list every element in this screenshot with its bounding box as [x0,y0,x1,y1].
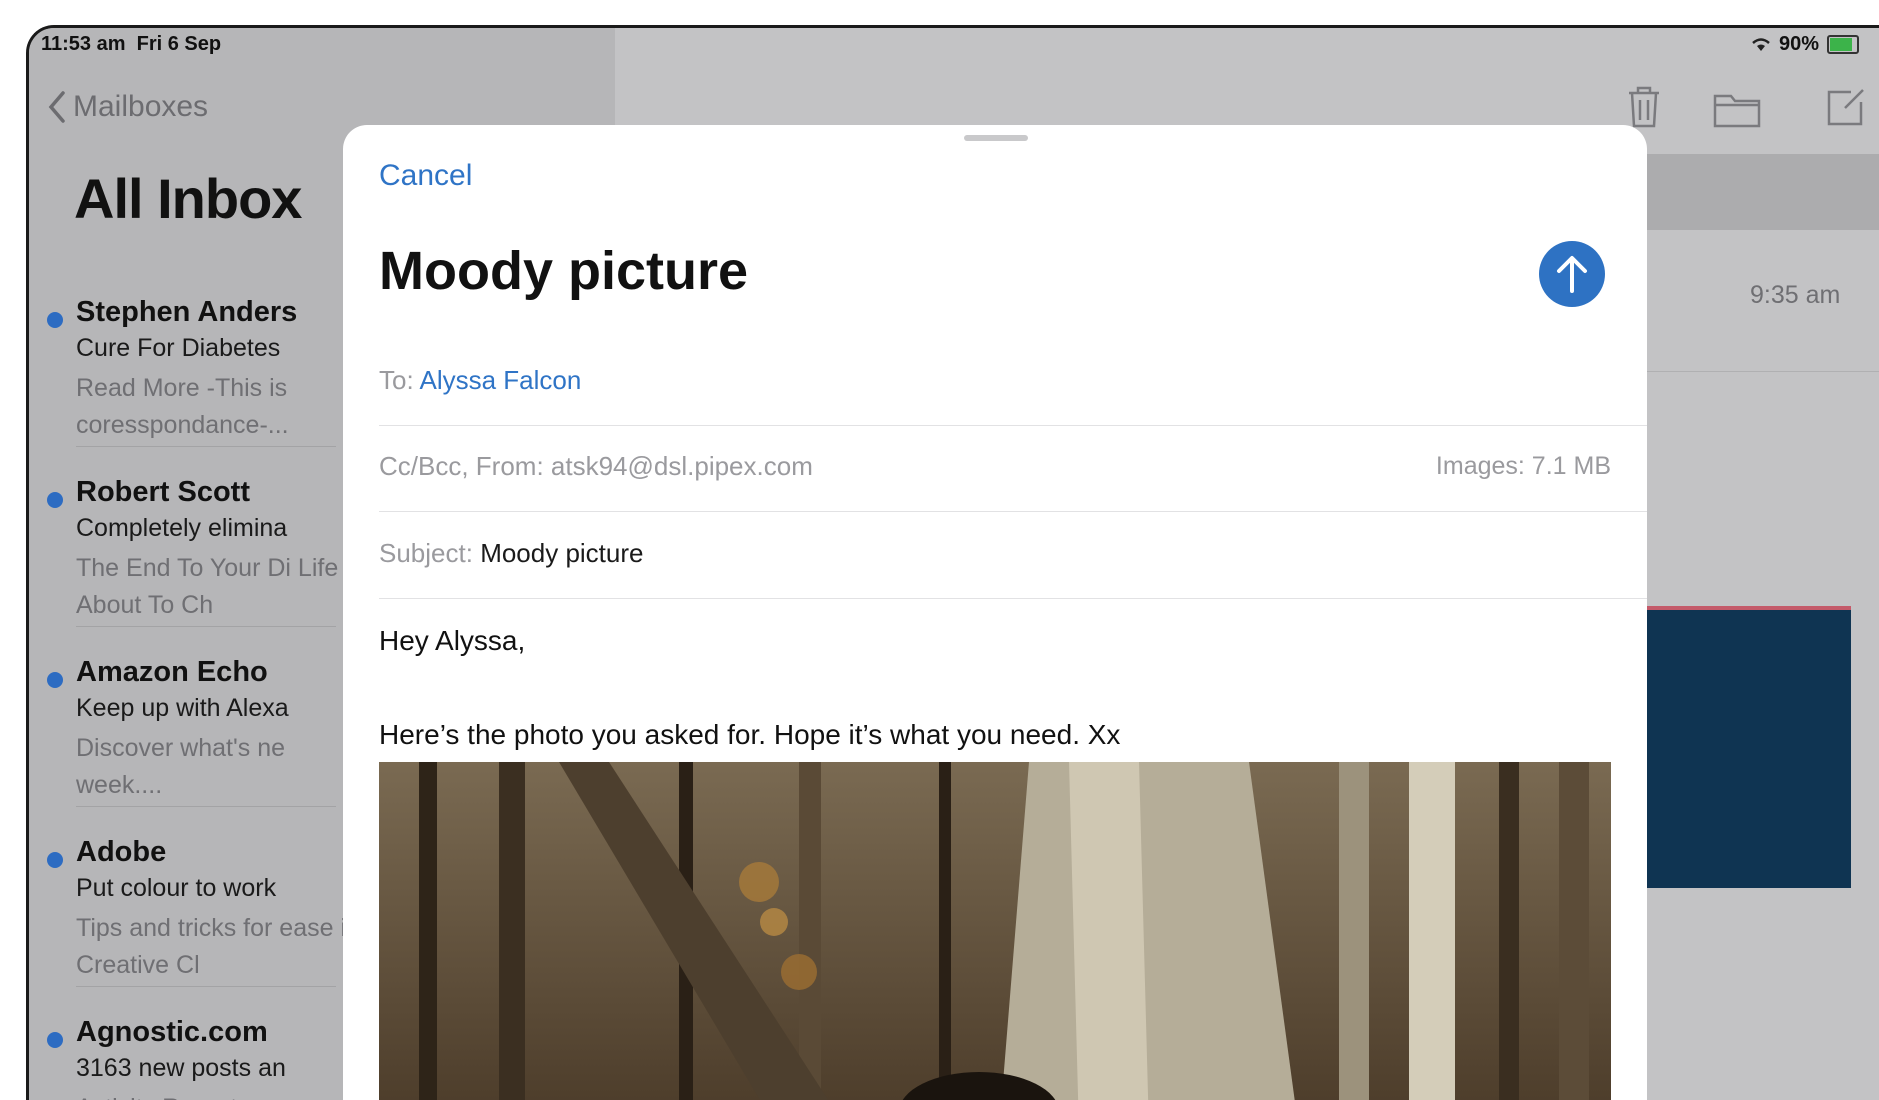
mail-subject: Cure For Diabetes [76,334,281,362]
to-label: To: [379,365,414,395]
divider [76,446,336,447]
mail-subject: 3163 new posts an [76,1054,286,1082]
sender-name: Robert Scott [76,476,250,508]
battery-fill [1830,38,1852,51]
list-item[interactable]: Amazon Echo Keep up with Alexa Discover … [29,656,336,826]
divider [379,425,1647,426]
divider [76,806,336,807]
divider [379,598,1647,599]
mail-preview: Tips and tricks for ease in Creative Cl [76,914,360,979]
divider [379,511,1647,512]
battery-percent: 90% [1778,33,1819,55]
back-label: Mailboxes [73,90,209,123]
message-greeting[interactable]: Hey Alyssa, [379,625,525,657]
compose-title: Moody picture [379,241,749,301]
unread-dot [47,852,63,868]
trash-icon[interactable] [1625,84,1663,130]
attachment-preview [1631,606,1851,888]
send-button[interactable] [1539,241,1605,307]
page-title: All Inbox [74,167,302,230]
list-item[interactable]: Adobe Put colour to work Tips and tricks… [29,836,360,1006]
message-time: 9:35 am [1750,281,1841,309]
forest-photo-image [379,762,1611,1100]
divider [76,986,336,987]
compose-sheet: Cancel Moody picture To: Alyssa Falcon C… [343,125,1647,1100]
cancel-button[interactable]: Cancel [379,159,472,193]
chevron-left-icon [48,91,65,123]
mail-subject: Completely elimina [76,514,288,542]
to-field[interactable]: To: Alyssa Falcon [379,365,1647,396]
arrow-up-icon [1557,256,1587,293]
folder-icon[interactable] [1713,90,1761,128]
status-time: 11:53 am Fri 6 Sep [41,33,222,55]
attached-photo[interactable] [379,762,1611,1100]
list-item[interactable]: Stephen Anders Cure For Diabetes Read Mo… [29,296,336,466]
ipad-screen: 11:53 am Fri 6 Sep 90% Mailboxes All Inb… [26,25,1879,1100]
cc-from-label: Cc/Bcc, From: [379,451,544,481]
wifi-icon [1752,37,1770,51]
list-item[interactable]: Agnostic.com 3163 new posts an Activity … [29,1016,329,1100]
battery-icon [1827,35,1859,54]
unread-dot [47,492,63,508]
mail-preview: Read More -This is coresspondance-... [76,374,289,439]
subject-label: Subject: [379,538,473,568]
subject-field[interactable]: Subject: Moody picture [379,538,1647,569]
mail-preview: Discover what's ne week.... [76,734,286,799]
status-bar: 11:53 am Fri 6 Sep 90% [29,28,1879,62]
sender-name: Stephen Anders [76,296,298,328]
from-address: atsk94@dsl.pipex.com [550,451,813,481]
list-item[interactable]: Robert Scott Completely elimina The End … [29,476,365,646]
unread-dot [47,1032,63,1048]
subject-value[interactable]: Moody picture [480,538,643,568]
mail-preview: The End To Your Di Life Is About To Ch [76,554,365,619]
mail-preview: Activity Report [76,1090,376,1100]
mail-subject: Keep up with Alexa [76,694,289,722]
divider [76,626,336,627]
sheet-grabber[interactable] [964,135,1028,141]
status-right: 90% [1751,33,1859,56]
unread-dot [47,672,63,688]
message-body[interactable]: Here’s the photo you asked for. Hope it’… [379,719,1120,751]
unread-dot [47,312,63,328]
images-size-button[interactable]: Images: 7.1 MB [1436,452,1611,481]
sender-name: Agnostic.com [76,1016,268,1048]
compose-icon[interactable] [1825,86,1867,128]
back-button[interactable]: Mailboxes [47,90,208,124]
recipient-token[interactable]: Alyssa Falcon [419,365,581,395]
sender-name: Adobe [76,836,167,868]
mail-subject: Put colour to work [76,874,277,902]
sender-name: Amazon Echo [76,656,268,688]
